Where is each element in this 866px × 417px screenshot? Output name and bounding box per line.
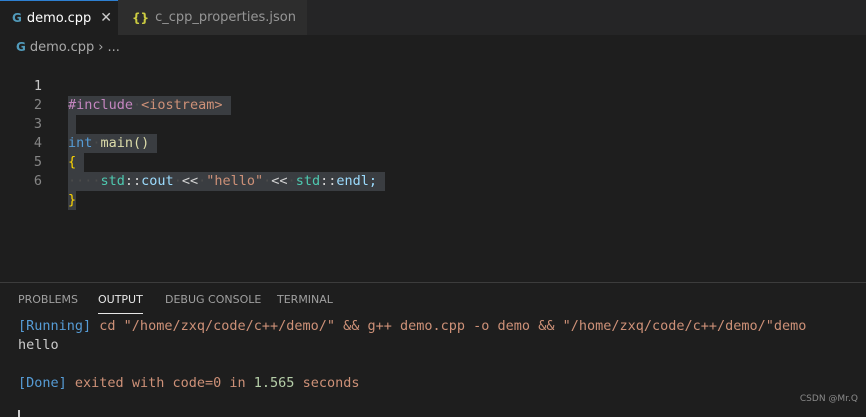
line-number: 6 bbox=[33, 173, 42, 189]
tab-debug-console[interactable]: DEBUG CONSOLE bbox=[165, 293, 261, 313]
code-line[interactable]: 4 { bbox=[0, 115, 866, 172]
done-text: in bbox=[229, 375, 246, 391]
code-content[interactable]: } bbox=[68, 191, 77, 210]
breadcrumb-rest[interactable]: ... bbox=[108, 40, 120, 55]
cpp-file-icon: G bbox=[16, 40, 26, 54]
done-code: code=0 bbox=[172, 375, 222, 391]
breadcrumb: G demo.cpp › ... bbox=[16, 38, 120, 56]
running-tag: [Running] bbox=[18, 318, 92, 334]
tab-c-cpp-properties-json[interactable]: {} c_cpp_properties.json bbox=[118, 0, 308, 35]
output-line-done: [Done] exited with code=0 in 1.565 secon… bbox=[18, 374, 359, 393]
cpp-file-icon: G bbox=[12, 11, 22, 25]
code-token: :: bbox=[320, 173, 337, 189]
code-token: cout bbox=[141, 173, 174, 189]
output-panel: PROBLEMS OUTPUT DEBUG CONSOLE TERMINAL [… bbox=[0, 282, 866, 417]
code-editor[interactable]: 1 #include·<iostream> 2 3 int·main() 4 {… bbox=[0, 58, 866, 280]
tab-label: c_cpp_properties.json bbox=[155, 10, 296, 25]
code-line[interactable]: 6 } bbox=[0, 153, 866, 210]
done-tag: [Done] bbox=[18, 375, 67, 391]
code-line[interactable]: 1 #include·<iostream> bbox=[0, 58, 866, 115]
done-text: seconds bbox=[302, 375, 360, 391]
json-file-icon: {} bbox=[132, 10, 150, 25]
code-token: "hello" bbox=[206, 173, 264, 189]
done-text: exited with bbox=[74, 375, 165, 391]
output-line-running: [Running] cd "/home/zxq/code/c++/demo/" … bbox=[18, 317, 806, 336]
code-token: endl; bbox=[336, 173, 377, 189]
done-time: 1.565 bbox=[253, 375, 295, 391]
code-line[interactable]: 5 ····std::cout·<<·"hello"·<<·std::endl; bbox=[0, 134, 866, 191]
run-command: cd "/home/zxq/code/c++/demo/" && g++ dem… bbox=[99, 318, 807, 334]
close-icon[interactable]: ✕ bbox=[100, 10, 112, 26]
code-content[interactable]: ····std::cout·<<·"hello"·<<·std::endl; bbox=[68, 172, 386, 191]
output-line-program: hello bbox=[18, 337, 59, 353]
code-token: std bbox=[100, 173, 125, 189]
tab-demo-cpp[interactable]: G demo.cpp ✕ bbox=[0, 0, 118, 35]
tab-problems[interactable]: PROBLEMS bbox=[18, 293, 78, 313]
code-line[interactable]: 2 bbox=[0, 77, 866, 134]
editor-tab-bar: G demo.cpp ✕ {} c_cpp_properties.json bbox=[0, 0, 866, 35]
code-line[interactable]: 3 int·main() bbox=[0, 96, 866, 153]
tab-label: demo.cpp bbox=[26, 10, 92, 26]
code-token: << bbox=[181, 173, 199, 189]
code-token: } bbox=[68, 192, 77, 208]
watermark: CSDN @Mr.Q bbox=[799, 394, 858, 404]
breadcrumb-file[interactable]: demo.cpp bbox=[30, 40, 94, 55]
chevron-right-icon: › bbox=[98, 39, 104, 55]
tab-terminal[interactable]: TERMINAL bbox=[277, 293, 333, 313]
code-token: :: bbox=[124, 173, 142, 189]
tab-output[interactable]: OUTPUT bbox=[98, 293, 143, 314]
code-token: << bbox=[271, 173, 288, 189]
code-token: std bbox=[295, 173, 321, 189]
